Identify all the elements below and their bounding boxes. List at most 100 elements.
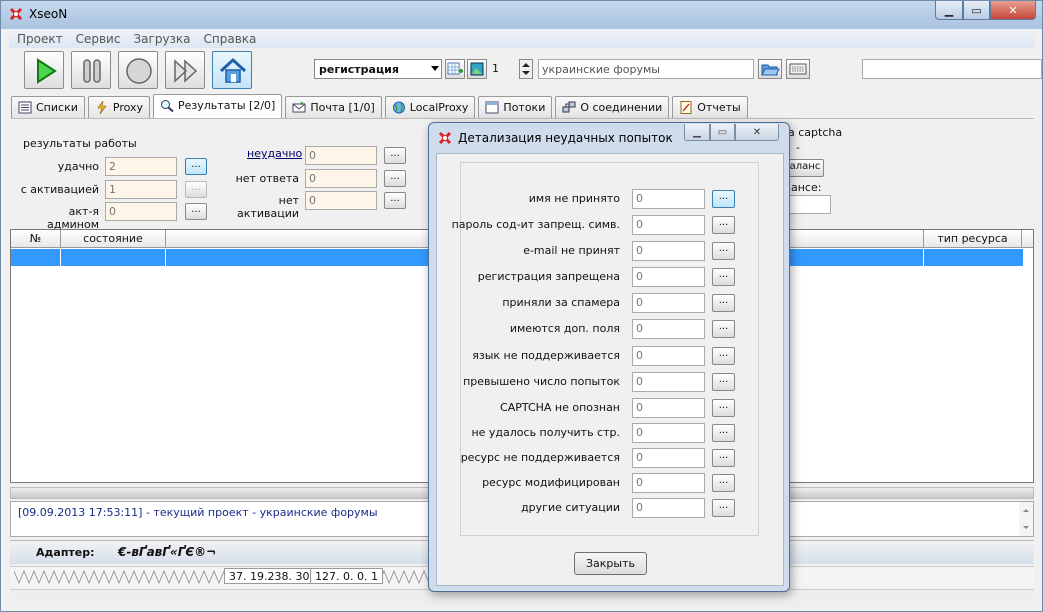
tab-results[interactable]: Результаты [2/0] (153, 94, 283, 118)
dialog-title: Детализация неудачных попыток (458, 131, 673, 145)
window-title: XseoN (29, 7, 68, 21)
no-activation-count-field: 0 (305, 191, 377, 210)
activation-details-button[interactable]: ... (185, 181, 207, 198)
minimize-button[interactable]: ▁ (935, 1, 963, 20)
tab-localproxy[interactable]: LocalProxy (384, 96, 476, 118)
globe-icon (392, 101, 405, 114)
open-folder-button[interactable] (758, 59, 782, 79)
mode-select-value: регистрация (319, 63, 399, 76)
app-logo-icon (9, 7, 23, 21)
row-details-button[interactable]: ... (712, 449, 735, 467)
log-scrollbar[interactable] (1019, 502, 1033, 536)
tab-mail[interactable]: Почта [1/0] (285, 96, 382, 118)
success-label: удачно (57, 160, 99, 173)
menu-project[interactable]: Проект (17, 32, 63, 46)
close-window-button[interactable]: ✕ (990, 1, 1036, 20)
tab-proxy[interactable]: Proxy (87, 96, 151, 118)
row-details-button[interactable]: ... (712, 347, 735, 365)
list-icon (18, 101, 32, 114)
close-icon: ✕ (1008, 3, 1018, 17)
tab-threads[interactable]: Потоки (478, 96, 553, 118)
row-value-field: 0 (632, 473, 705, 493)
failed-details-button[interactable]: ... (384, 147, 406, 164)
adapter-label: Адаптер: (36, 546, 95, 559)
row-details-button[interactable]: ... (712, 216, 735, 234)
activation-count-field: 1 (105, 180, 177, 199)
tab-label: LocalProxy (409, 101, 469, 114)
row-details-button[interactable]: ... (712, 190, 735, 208)
play-button[interactable] (24, 51, 64, 89)
tab-connection[interactable]: О соединении (555, 96, 670, 118)
picture-icon (470, 62, 484, 76)
admin-activation-details-button[interactable]: ... (185, 203, 207, 220)
pause-button[interactable] (71, 51, 111, 89)
table-cell (61, 249, 166, 266)
column-number[interactable]: № (11, 230, 61, 248)
row-label: пароль сод-ит запрещ. симв. (451, 218, 620, 231)
tab-lists[interactable]: Списки (11, 96, 85, 118)
project-name-input[interactable]: украинские форумы (538, 59, 754, 79)
row-details-button[interactable]: ... (712, 268, 735, 286)
window-icon (485, 101, 499, 114)
row-value-field: 0 (632, 189, 705, 209)
tab-label: Почта [1/0] (310, 101, 375, 114)
maximize-button[interactable]: ▭ (963, 1, 990, 20)
no-response-count-field: 0 (305, 169, 377, 188)
search-field[interactable] (862, 59, 1042, 79)
network-icon (562, 101, 576, 113)
menu-service[interactable]: Сервис (76, 32, 121, 46)
no-activation-label: нет активации (237, 194, 299, 220)
menu-help[interactable]: Справка (204, 32, 257, 46)
row-value-field: 0 (632, 448, 705, 468)
row-label: CAPTCHA не опознан (500, 401, 620, 414)
row-details-button[interactable]: ... (712, 373, 735, 391)
close-button[interactable]: Закрыть (574, 552, 647, 575)
row-details-button[interactable]: ... (712, 424, 735, 442)
mode-select[interactable]: регистрация (314, 59, 442, 79)
row-details-button[interactable]: ... (712, 499, 735, 517)
add-grid-button[interactable] (445, 59, 465, 79)
row-label: приняли за спамера (502, 296, 620, 309)
no-activation-details-button[interactable]: ... (384, 192, 406, 209)
row-value-field: 0 (632, 398, 705, 418)
grid-add-icon (447, 62, 463, 75)
dialog-close-x-button[interactable]: ✕ (735, 124, 779, 141)
row-details-button[interactable]: ... (712, 399, 735, 417)
success-details-button[interactable]: ... (185, 158, 207, 175)
home-button[interactable] (212, 51, 252, 89)
column-state[interactable]: состояние (61, 230, 166, 248)
failed-link[interactable]: неудачно (247, 147, 302, 160)
row-details-button[interactable]: ... (712, 320, 735, 338)
success-count-field: 2 (105, 157, 177, 176)
balance-button[interactable]: аланс (786, 159, 824, 177)
row-value-field: 0 (632, 498, 705, 518)
failure-details-group: имя не принято 0 ... пароль сод-ит запре… (452, 162, 759, 536)
no-response-details-button[interactable]: ... (384, 170, 406, 187)
row-value-field: 0 (632, 293, 705, 313)
image-button[interactable] (467, 59, 487, 79)
menu-bar: Проект Сервис Загрузка Справка (9, 30, 1034, 48)
stop-button[interactable] (118, 51, 158, 89)
keyboard-button[interactable] (786, 59, 810, 79)
row-details-button[interactable]: ... (712, 242, 735, 260)
tab-reports[interactable]: Отчеты (672, 96, 748, 118)
column-resource-type[interactable]: тип ресурса (924, 230, 1022, 248)
row-details-button[interactable]: ... (712, 294, 735, 312)
dialog-minimize-button[interactable]: ▁ (684, 124, 710, 141)
admin-activation-count-field: 0 (105, 202, 177, 221)
keyboard-icon (789, 63, 807, 75)
row-label: другие ситуации (521, 501, 620, 514)
balance-label: ансе: (791, 181, 822, 194)
captcha-group-title: a captcha (788, 126, 843, 139)
row-label: регистрация запрещена (477, 270, 620, 283)
skip-forward-button[interactable] (165, 51, 205, 89)
tab-label: Отчеты (697, 101, 741, 114)
row-value-field: 0 (632, 215, 705, 235)
dialog-maximize-button[interactable]: ▭ (710, 124, 735, 141)
count-value[interactable]: 1 (490, 60, 518, 78)
menu-load[interactable]: Загрузка (133, 32, 190, 46)
row-label: язык не поддерживается (472, 349, 620, 362)
count-spinner[interactable] (519, 59, 533, 79)
row-details-button[interactable]: ... (712, 474, 735, 492)
dialog-window-controls: ▁ ▭ ✕ (684, 124, 779, 141)
